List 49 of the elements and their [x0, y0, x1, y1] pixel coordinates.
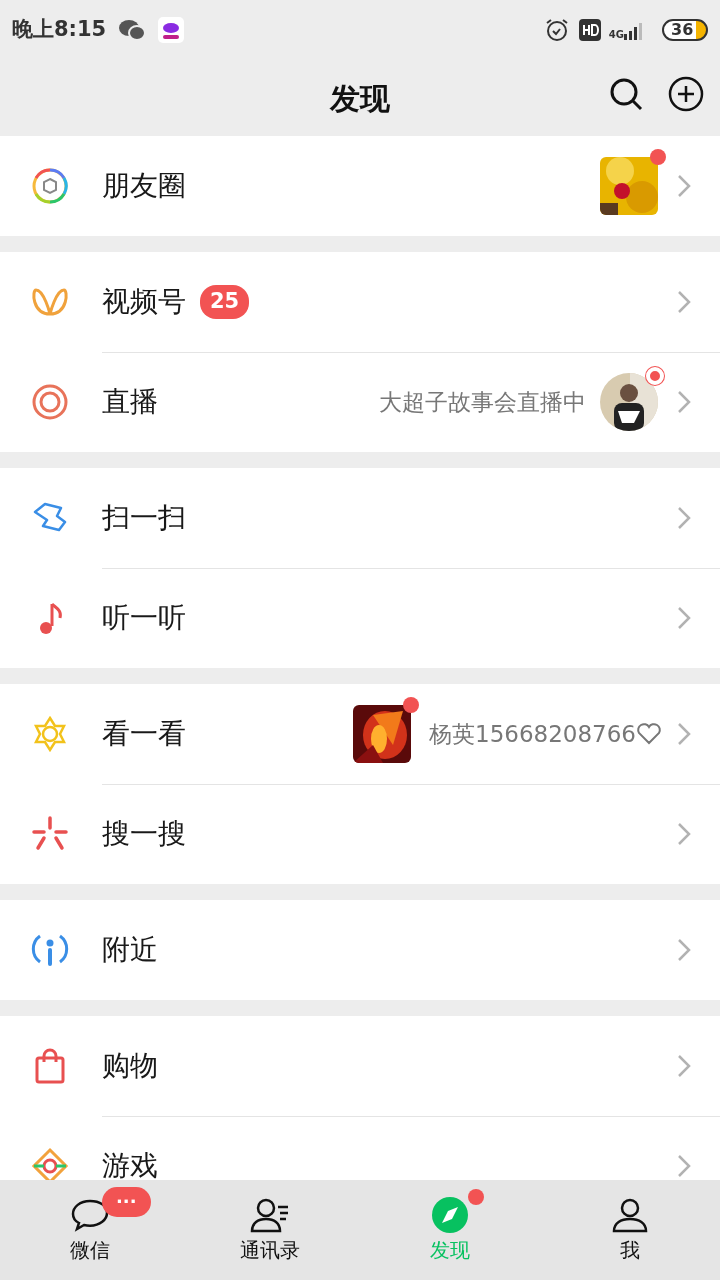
chat-bubbles-icon: [118, 18, 147, 42]
hd-icon: [578, 19, 601, 41]
chevron-right-icon: [676, 821, 692, 847]
list-item[interactable]: 直播 大超子故事会直播中: [0, 352, 720, 452]
count-badge: 25: [200, 285, 250, 319]
list-item[interactable]: 视频号 25: [0, 252, 720, 352]
list-item[interactable]: 听一听: [0, 568, 720, 668]
tab[interactable]: 通讯录: [180, 1180, 360, 1280]
alarm-icon: [544, 18, 569, 42]
add-icon[interactable]: [668, 76, 704, 112]
chevron-right-icon: [676, 721, 692, 747]
chevron-right-icon: [676, 1053, 692, 1079]
item-label: 视频号: [102, 284, 186, 320]
item-label: 朋友圈: [102, 168, 186, 204]
item-label: 听一听: [102, 600, 186, 636]
target-icon: [30, 382, 70, 422]
item-label: 扫一扫: [102, 500, 186, 536]
diamond-icon: [30, 1146, 70, 1180]
item-label: 搜一搜: [102, 816, 186, 852]
tab[interactable]: 我: [540, 1180, 720, 1280]
item-label: 直播: [102, 384, 158, 420]
item-label: 游戏: [102, 1148, 158, 1180]
chevron-right-icon: [676, 505, 692, 531]
search-icon[interactable]: [608, 76, 644, 112]
network-type: 4G: [608, 30, 624, 40]
chevron-right-icon: [676, 389, 692, 415]
list-item[interactable]: 看一看 杨英15668208766: [0, 684, 720, 784]
item-label: 附近: [102, 932, 158, 968]
list-item[interactable]: 附近: [0, 900, 720, 1000]
item-label: 看一看: [102, 716, 186, 752]
chevron-right-icon: [676, 605, 692, 631]
list-item[interactable]: 搜一搜: [0, 784, 720, 884]
chevron-right-icon: [676, 289, 692, 315]
battery-indicator: 36: [662, 19, 708, 41]
chevron-right-icon: [676, 937, 692, 963]
chevron-right-icon: [676, 1153, 692, 1179]
tab[interactable]: ··· 微信: [0, 1180, 180, 1280]
unread-badge: ···: [102, 1187, 151, 1217]
item-subtitle: 杨英15668208766: [429, 719, 636, 749]
app-icon: [158, 17, 185, 43]
list-item[interactable]: 扫一扫: [0, 468, 720, 568]
page-title: 发现: [330, 79, 390, 118]
aperture-icon: [30, 166, 70, 206]
status-time: 晚上8:15: [12, 16, 107, 44]
item-label: 购物: [102, 1048, 158, 1084]
list-item[interactable]: 朋友圈: [0, 136, 720, 236]
chevron-right-icon: [676, 173, 692, 199]
list-item[interactable]: 购物: [0, 1016, 720, 1116]
item-subtitle: 大超子故事会直播中: [379, 387, 586, 417]
